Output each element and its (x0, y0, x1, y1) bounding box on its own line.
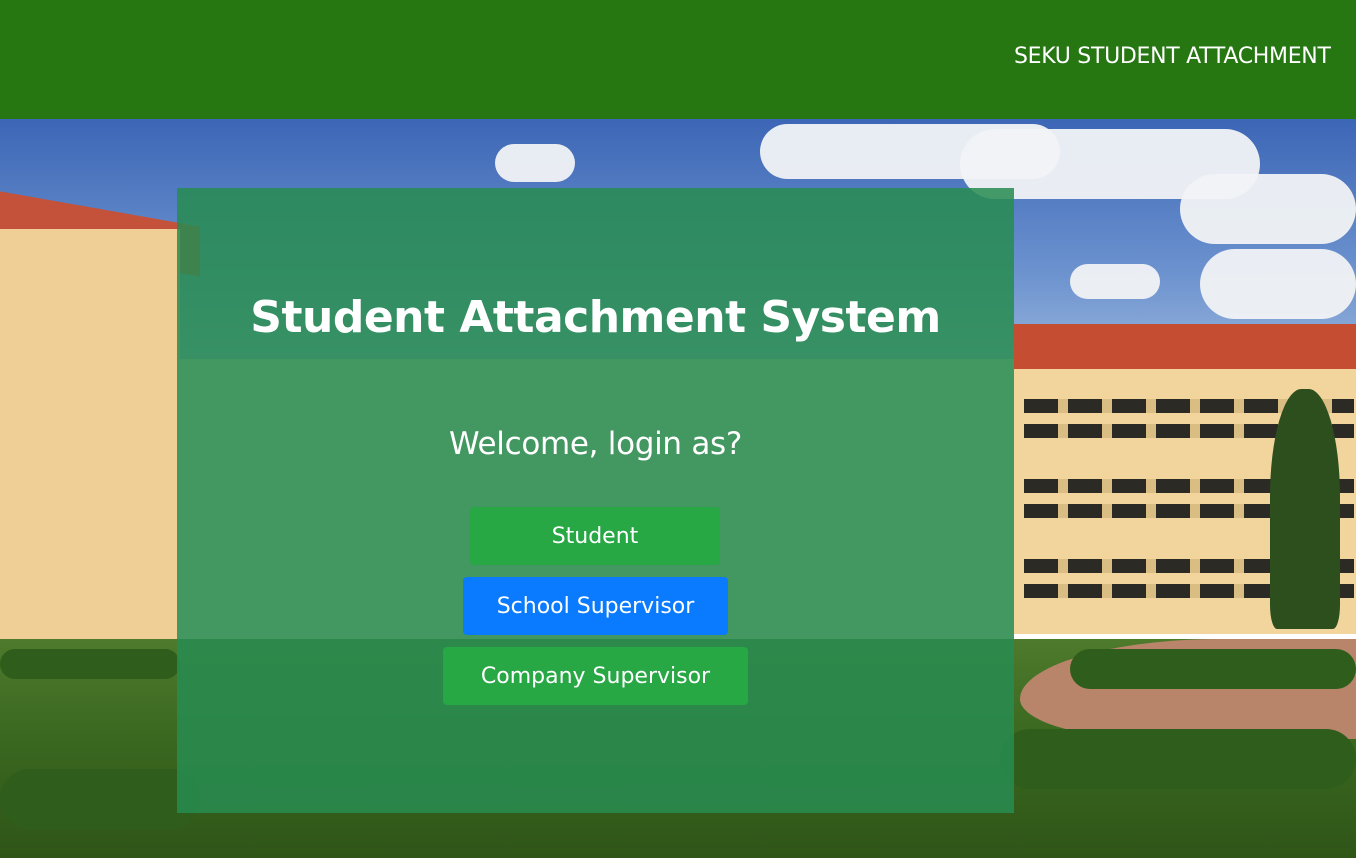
hedge (0, 649, 180, 679)
cloud (495, 144, 575, 182)
school-supervisor-login-button[interactable]: School Supervisor (463, 577, 728, 635)
right-building-roof (1014, 324, 1356, 372)
company-supervisor-login-button[interactable]: Company Supervisor (443, 647, 748, 705)
cloud (1180, 174, 1356, 244)
left-building (0, 229, 180, 649)
page: SEKU STUDENT ATTACHMENT Student Attachme… (0, 0, 1356, 858)
cloud (1200, 249, 1356, 319)
panel-title: Student Attachment System (250, 292, 941, 343)
hedge (1000, 729, 1356, 789)
site-title: SEKU STUDENT ATTACHMENT (1014, 44, 1331, 69)
cloud (1070, 264, 1160, 299)
hedge (1070, 649, 1356, 689)
header-bar: SEKU STUDENT ATTACHMENT (0, 0, 1356, 119)
login-prompt: Welcome, login as? (448, 426, 743, 462)
student-login-button[interactable]: Student (470, 507, 720, 565)
login-panel: Student Attachment System Welcome, login… (177, 188, 1014, 813)
hedge (0, 769, 200, 829)
tree (1270, 389, 1340, 629)
